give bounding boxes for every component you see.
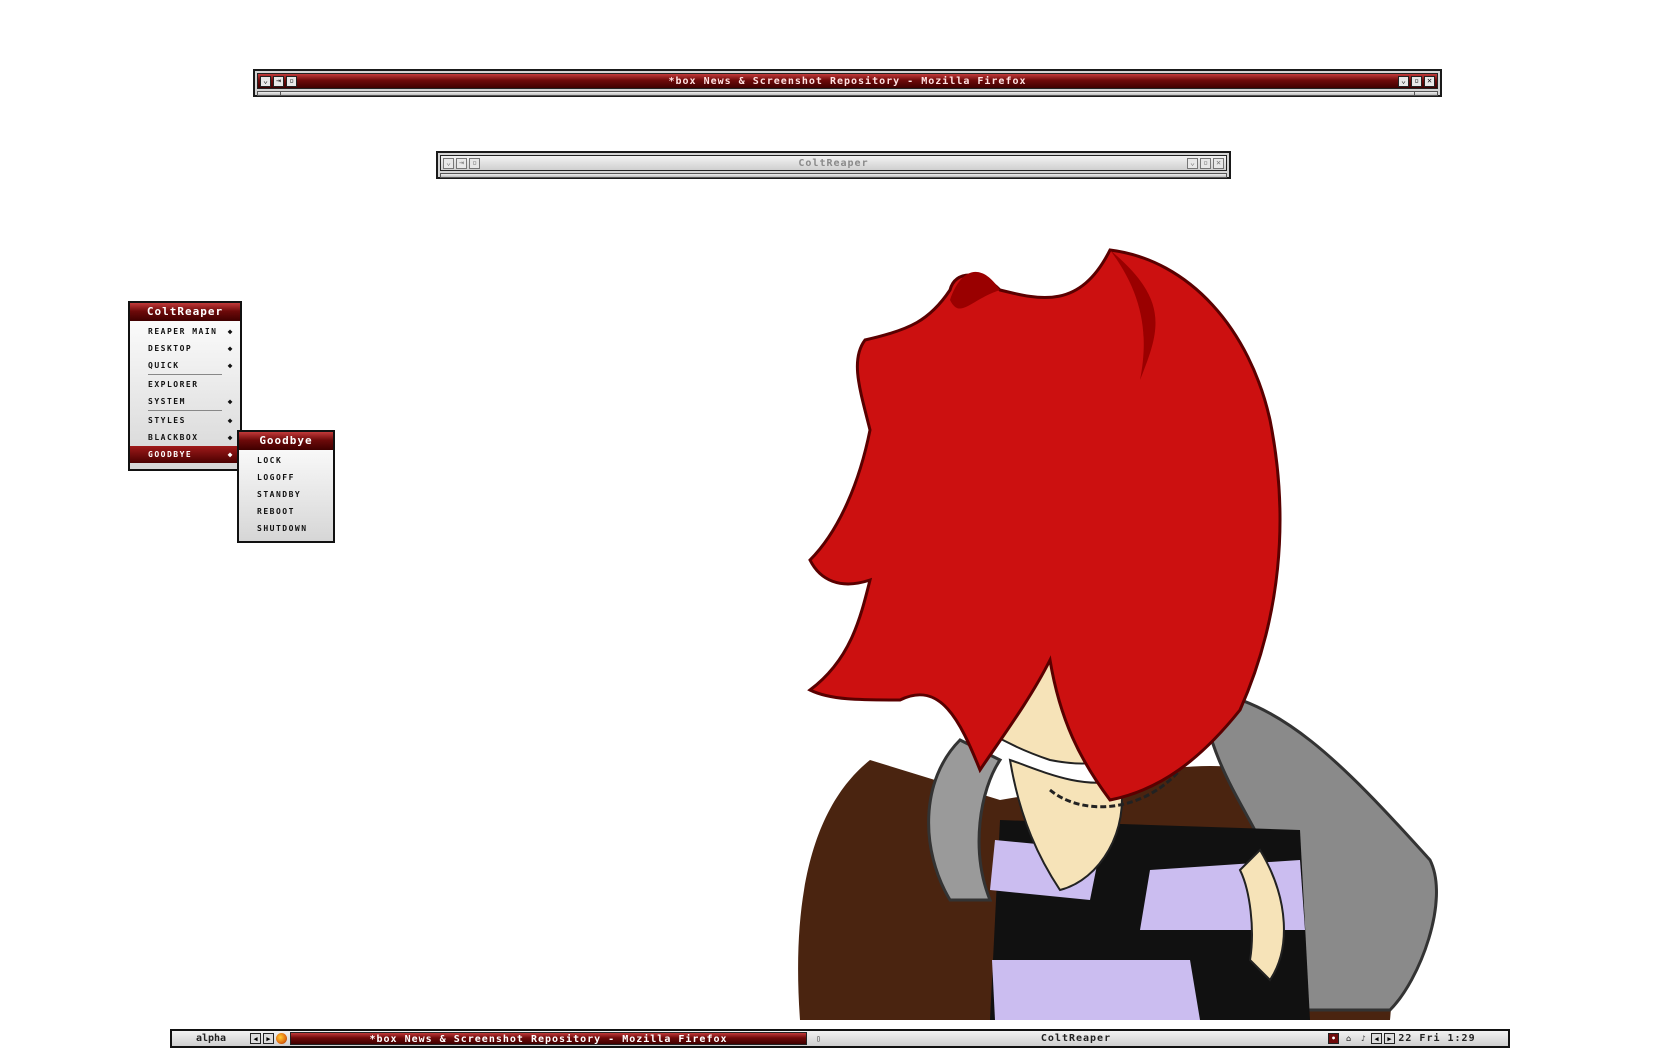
root-menu[interactable]: ColtReaper REAPER MAIN ◆ DESKTOP ◆ QUICK ◆ …	[128, 301, 242, 471]
task-firefox[interactable]: *box News & Screenshot Repository - Mozi…	[290, 1032, 807, 1045]
menu-item-lock[interactable]: LOCK	[239, 452, 333, 469]
submenu-arrow-icon: ◆	[227, 327, 234, 336]
menu-item-reaper-main[interactable]: REAPER MAIN ◆	[130, 323, 240, 340]
firefox-icon	[276, 1033, 287, 1044]
next-workspace-icon[interactable]: ▶	[263, 1033, 274, 1044]
submenu-arrow-icon: ◆	[227, 344, 234, 353]
next-window-icon[interactable]: ▶	[1384, 1033, 1395, 1044]
submenu-arrow-icon: ◆	[227, 416, 234, 425]
clock[interactable]: 22 Fri 1:29	[1397, 1033, 1477, 1044]
submenu-arrow-icon: ◆	[227, 397, 234, 406]
shade-icon[interactable]: ⌄	[1398, 75, 1409, 87]
network-icon[interactable]: ⌂	[1343, 1033, 1354, 1044]
menu-item-system[interactable]: SYSTEM ◆	[130, 393, 240, 410]
menu-separator	[148, 410, 222, 411]
window-handle[interactable]	[440, 173, 1227, 178]
window-title: *box News & Screenshot Repository - Mozi…	[668, 75, 1027, 87]
submenu-title: Goodbye	[239, 432, 333, 450]
iconify-icon[interactable]: ▫	[469, 157, 480, 169]
menu-item-styles[interactable]: STYLES ◆	[130, 412, 240, 429]
menu-item-quick[interactable]: QUICK ◆	[130, 357, 240, 374]
tray-dot-icon[interactable]: •	[1328, 1033, 1339, 1044]
menu-item-standby[interactable]: STANDBY	[239, 486, 333, 503]
prev-window-icon[interactable]: ◀	[1371, 1033, 1382, 1044]
window-handle[interactable]	[257, 91, 1438, 96]
submenu-arrow-icon: ◆	[227, 450, 234, 459]
terminal-titlebar[interactable]: ⌄ ⇥ ▫ ColtReaper ⌄ ▫ ✕	[440, 155, 1227, 171]
terminal-window[interactable]: ⌄ ⇥ ▫ ColtReaper ⌄ ▫ ✕	[436, 151, 1231, 179]
close-icon[interactable]: ✕	[1424, 75, 1435, 87]
toolbar[interactable]: alpha ◀ ▶ *box News & Screenshot Reposit…	[170, 1029, 1510, 1048]
menu-item-explorer[interactable]: EXPLORER	[130, 376, 240, 393]
menu-item-reboot[interactable]: REBOOT	[239, 503, 333, 520]
menu-item-blackbox[interactable]: BLACKBOX ◆	[130, 429, 240, 446]
workspace-label[interactable]: alpha	[172, 1033, 250, 1044]
submenu-arrow-icon: ◆	[227, 433, 234, 442]
terminal-task-icon: ▯	[816, 1034, 821, 1043]
chevron-down-icon[interactable]: ⌄	[443, 157, 454, 169]
shade-icon[interactable]: ⌄	[1187, 157, 1198, 169]
menu-item-desktop[interactable]: DESKTOP ◆	[130, 340, 240, 357]
menu-item-logoff[interactable]: LOGOFF	[239, 469, 333, 486]
menu-item-goodbye[interactable]: GOODBYE ◆	[130, 446, 240, 463]
firefox-window[interactable]: ⌄ ⇥ ▫ *box News & Screenshot Repository …	[253, 69, 1442, 97]
menu-title: ColtReaper	[130, 303, 240, 321]
stick-icon[interactable]: ⇥	[456, 157, 467, 169]
task-coltreaper[interactable]: ColtReaper	[826, 1032, 1326, 1045]
maximize-icon[interactable]: ▫	[1200, 157, 1211, 169]
menu-separator	[148, 374, 222, 375]
maximize-icon[interactable]: ▫	[1411, 75, 1422, 87]
iconify-icon[interactable]: ▫	[286, 75, 297, 87]
stick-icon[interactable]: ⇥	[273, 75, 284, 87]
chevron-down-icon[interactable]: ⌄	[260, 75, 271, 87]
prev-workspace-icon[interactable]: ◀	[250, 1033, 261, 1044]
goodbye-submenu[interactable]: Goodbye LOCK LOGOFF STANDBY REBOOT SHUTD…	[237, 430, 335, 543]
submenu-arrow-icon: ◆	[227, 361, 234, 370]
close-icon[interactable]: ✕	[1213, 157, 1224, 169]
menu-item-shutdown[interactable]: SHUTDOWN	[239, 520, 333, 537]
firefox-titlebar[interactable]: ⌄ ⇥ ▫ *box News & Screenshot Repository …	[257, 73, 1438, 89]
window-title: ColtReaper	[798, 157, 869, 169]
volume-icon[interactable]: ♪	[1358, 1033, 1369, 1044]
